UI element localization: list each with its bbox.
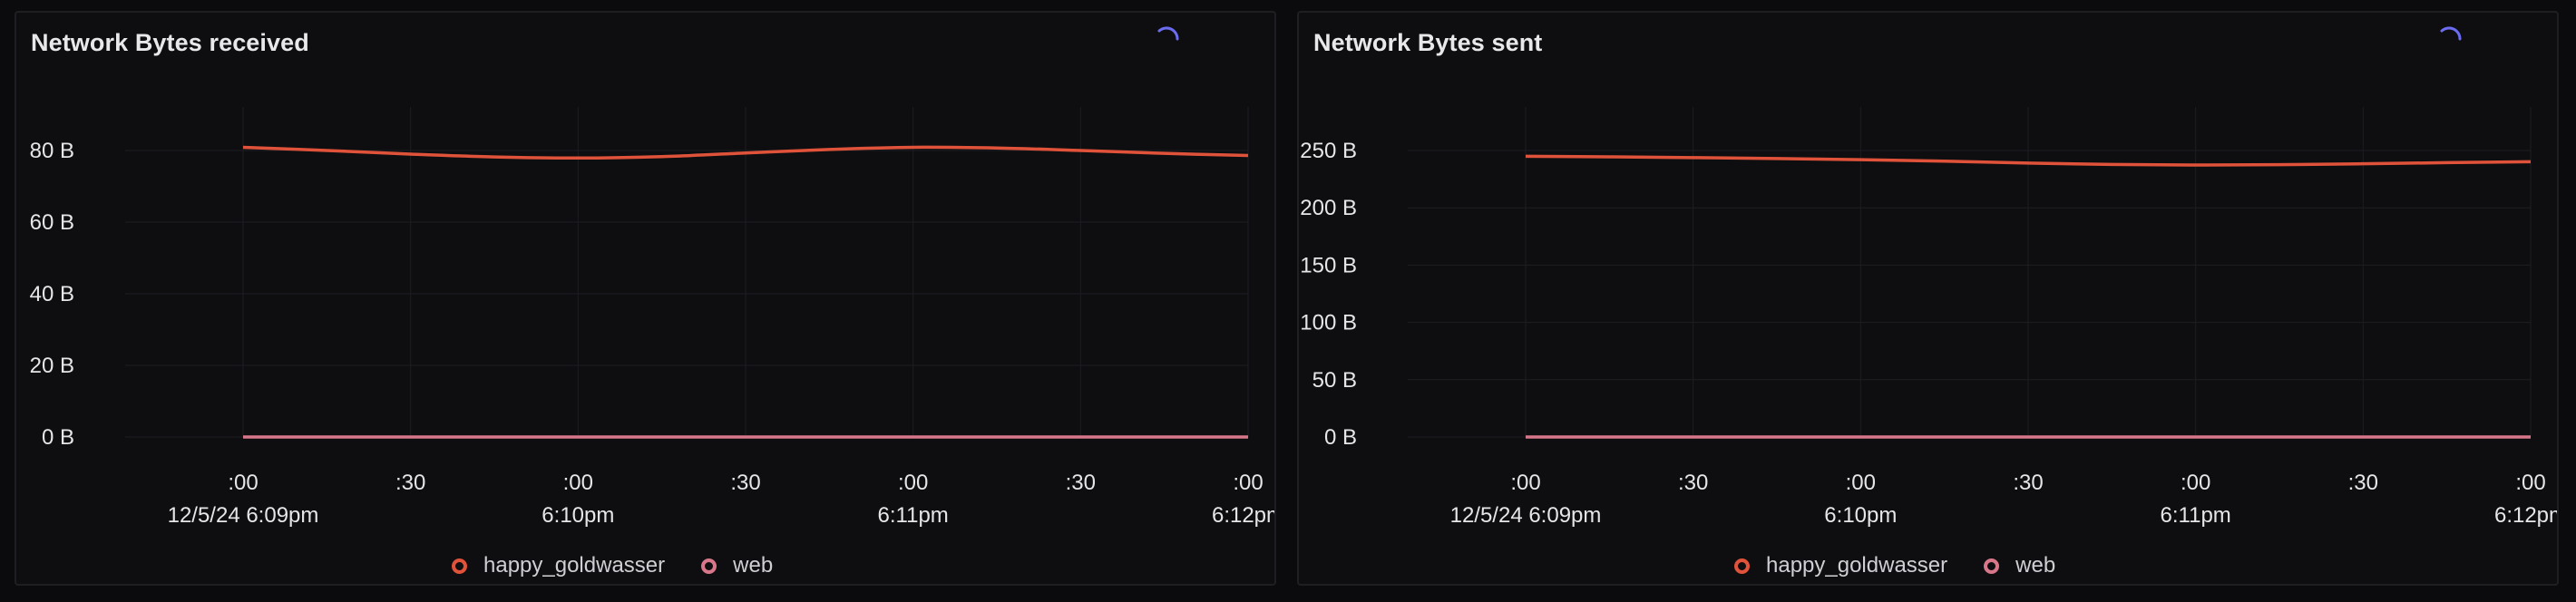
y-tick-label: 60 B bbox=[30, 210, 74, 235]
legend-swatch-icon bbox=[701, 558, 717, 574]
x-tick-label: :00 bbox=[1233, 471, 1263, 495]
legend-label: happy_goldwasser bbox=[1766, 553, 1948, 578]
legend-item-web[interactable]: web bbox=[1984, 553, 2055, 578]
chart-legend: happy_goldwasser web bbox=[452, 551, 809, 580]
x-tick-sublabel: 6:10pm bbox=[542, 503, 614, 528]
x-tick-label: :30 bbox=[2348, 471, 2378, 495]
legend-item-web[interactable]: web bbox=[701, 553, 773, 578]
x-tick-label: :30 bbox=[1066, 471, 1096, 495]
y-tick-label: 40 B bbox=[30, 282, 74, 306]
y-tick-label: 150 B bbox=[1300, 253, 1357, 277]
y-tick-label: 0 B bbox=[1324, 425, 1357, 450]
legend-swatch-icon bbox=[1984, 558, 2000, 574]
x-tick-label: :30 bbox=[1678, 471, 1708, 495]
chart-network-bytes-sent: :00 12/5/24 6:09pm :30 :00 6:10pm :30 :00 6:11p… bbox=[1300, 107, 2557, 528]
legend-label: web bbox=[733, 553, 774, 578]
x-tick-label: :00 bbox=[1510, 471, 1540, 495]
panel-network-bytes-sent: Network Bytes sent :00 12/5/24 6:09pm:30:… bbox=[1297, 11, 2559, 586]
y-tick-label: 250 B bbox=[1300, 139, 1357, 163]
legend-label: web bbox=[2015, 553, 2056, 578]
chart-legend: happy_goldwasser web bbox=[1734, 551, 2092, 580]
legend-item-happy-goldwasser[interactable]: happy_goldwasser bbox=[1734, 553, 1947, 578]
y-tick-label: 50 B bbox=[1312, 368, 1357, 393]
x-tick-sublabel: 6:12pm bbox=[2494, 503, 2557, 528]
x-tick-label: :00 bbox=[2515, 471, 2545, 495]
x-tick-label: :00 bbox=[898, 471, 928, 495]
legend-item-happy-goldwasser[interactable]: happy_goldwasser bbox=[452, 553, 665, 578]
y-tick-label: 100 B bbox=[1300, 311, 1357, 335]
x-tick-label: :00 bbox=[563, 471, 593, 495]
legend-swatch-icon bbox=[1734, 558, 1750, 574]
y-tick-label: 200 B bbox=[1300, 196, 1357, 220]
y-tick-label: 0 B bbox=[42, 425, 74, 450]
x-tick-label: :00 bbox=[2181, 471, 2210, 495]
x-tick-label: :30 bbox=[395, 471, 425, 495]
x-tick-sublabel: 6:12pm bbox=[1212, 503, 1274, 528]
legend-swatch-icon bbox=[452, 558, 467, 574]
x-tick-label: :30 bbox=[2013, 471, 2043, 495]
y-tick-label: 80 B bbox=[30, 139, 74, 163]
x-tick-sublabel: 12/5/24 6:09pm bbox=[168, 503, 319, 528]
x-tick-sublabel: 6:11pm bbox=[2161, 503, 2231, 528]
panel-network-bytes-received: Network Bytes received :00 12/5/24 6:09pm… bbox=[15, 11, 1276, 586]
x-tick-label: :00 bbox=[1846, 471, 1876, 495]
chart-network-bytes-received: :00 12/5/24 6:09pm :30 :00 6:10pm :30 :00 6:11p… bbox=[30, 107, 1274, 528]
y-tick-label: 20 B bbox=[30, 354, 74, 378]
x-tick-sublabel: 6:10pm bbox=[1824, 503, 1897, 528]
x-tick-sublabel: 12/5/24 6:09pm bbox=[1450, 503, 1602, 528]
x-tick-label: :30 bbox=[730, 471, 760, 495]
x-tick-label: :00 bbox=[228, 471, 258, 495]
x-tick-sublabel: 6:11pm bbox=[878, 503, 949, 528]
legend-label: happy_goldwasser bbox=[483, 553, 666, 578]
